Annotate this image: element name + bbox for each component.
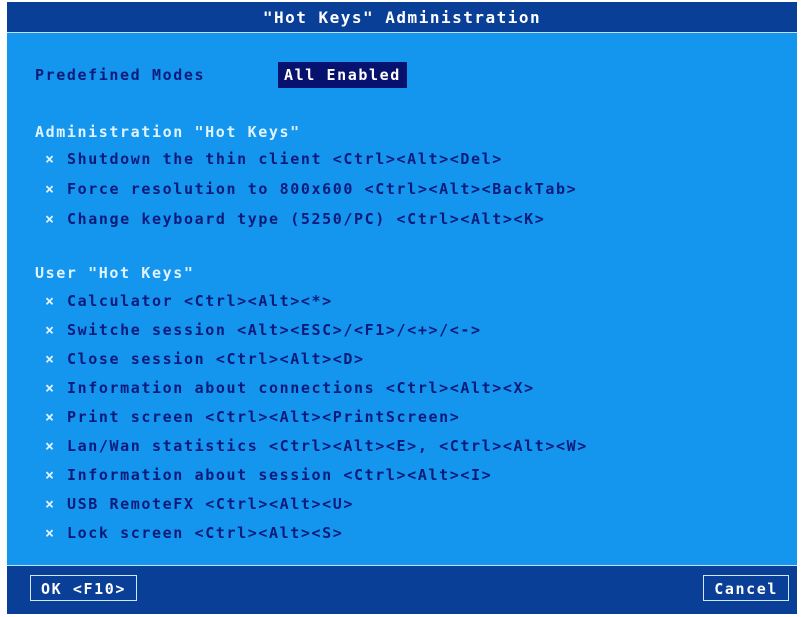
checkbox-mark-icon: × <box>45 437 55 455</box>
predefined-modes-select[interactable]: All Enabled <box>278 62 407 88</box>
admin-hotkeys-heading: Administration "Hot Keys" <box>35 123 301 141</box>
hotkey-label: Shutdown the thin client <Ctrl><Alt><Del… <box>67 150 503 168</box>
title-bar: "Hot Keys" Administration <box>7 2 797 33</box>
hotkey-label: Force resolution to 800x600 <Ctrl><Alt><… <box>67 180 578 198</box>
user-hotkey-connections-info[interactable]: × Information about connections <Ctrl><Al… <box>45 377 535 399</box>
hotkey-label: Switche session <Alt><ESC>/<F1>/<+>/<-> <box>67 321 482 339</box>
hotkey-label: Lock screen <Ctrl><Alt><S> <box>67 524 344 542</box>
checkbox-mark-icon: × <box>45 495 55 513</box>
user-hotkey-close-session[interactable]: × Close session <Ctrl><Alt><D> <box>45 348 365 370</box>
hotkey-label: Information about session <Ctrl><Alt><I> <box>67 466 493 484</box>
checkbox-mark-icon: × <box>45 466 55 484</box>
admin-hotkey-keyboard-type[interactable]: × Change keyboard type (5250/PC) <Ctrl><A… <box>45 208 545 230</box>
hotkey-label: USB RemoteFX <Ctrl><Alt><U> <box>67 495 355 513</box>
checkbox-mark-icon: × <box>45 379 55 397</box>
hot-keys-dialog: "Hot Keys" Administration Predefined Mod… <box>7 2 797 614</box>
user-hotkey-lock-screen[interactable]: × Lock screen <Ctrl><Alt><S> <box>45 522 343 544</box>
admin-hotkey-shutdown[interactable]: × Shutdown the thin client <Ctrl><Alt><De… <box>45 148 503 170</box>
hotkey-label: Calculator <Ctrl><Alt><*> <box>67 292 333 310</box>
user-hotkey-switch-session[interactable]: × Switche session <Alt><ESC>/<F1>/<+>/<-> <box>45 319 482 341</box>
user-hotkey-calculator[interactable]: × Calculator <Ctrl><Alt><*> <box>45 290 333 312</box>
hotkey-label: Information about connections <Ctrl><Alt… <box>67 379 535 397</box>
checkbox-mark-icon: × <box>45 524 55 542</box>
checkbox-mark-icon: × <box>45 150 55 168</box>
hotkey-label: Print screen <Ctrl><Alt><PrintScreen> <box>67 408 461 426</box>
checkbox-mark-icon: × <box>45 350 55 368</box>
hotkey-label: Change keyboard type (5250/PC) <Ctrl><Al… <box>67 210 546 228</box>
hotkey-label: Close session <Ctrl><Alt><D> <box>67 350 365 368</box>
hotkey-label: Lan/Wan statistics <Ctrl><Alt><E>, <Ctrl… <box>67 437 588 455</box>
checkbox-mark-icon: × <box>45 210 55 228</box>
checkbox-mark-icon: × <box>45 292 55 310</box>
user-hotkey-print-screen[interactable]: × Print screen <Ctrl><Alt><PrintScreen> <box>45 406 460 428</box>
user-hotkey-session-info[interactable]: × Information about session <Ctrl><Alt><I… <box>45 464 492 486</box>
checkbox-mark-icon: × <box>45 180 55 198</box>
ok-button[interactable]: OK <F10> <box>30 575 138 601</box>
admin-hotkey-force-resolution[interactable]: × Force resolution to 800x600 <Ctrl><Alt>… <box>45 178 577 200</box>
checkbox-mark-icon: × <box>45 321 55 339</box>
predefined-modes-label: Predefined Modes <box>35 66 206 84</box>
user-hotkey-lan-wan-stats[interactable]: × Lan/Wan statistics <Ctrl><Alt><E>, <Ctr… <box>45 435 588 457</box>
checkbox-mark-icon: × <box>45 408 55 426</box>
dialog-title: "Hot Keys" Administration <box>262 7 542 27</box>
user-hotkey-usb-remotefx[interactable]: × USB RemoteFX <Ctrl><Alt><U> <box>45 493 354 515</box>
dialog-footer: OK <F10> Cancel <box>7 565 797 614</box>
cancel-button[interactable]: Cancel <box>703 575 789 601</box>
user-hotkeys-heading: User "Hot Keys" <box>35 264 195 282</box>
